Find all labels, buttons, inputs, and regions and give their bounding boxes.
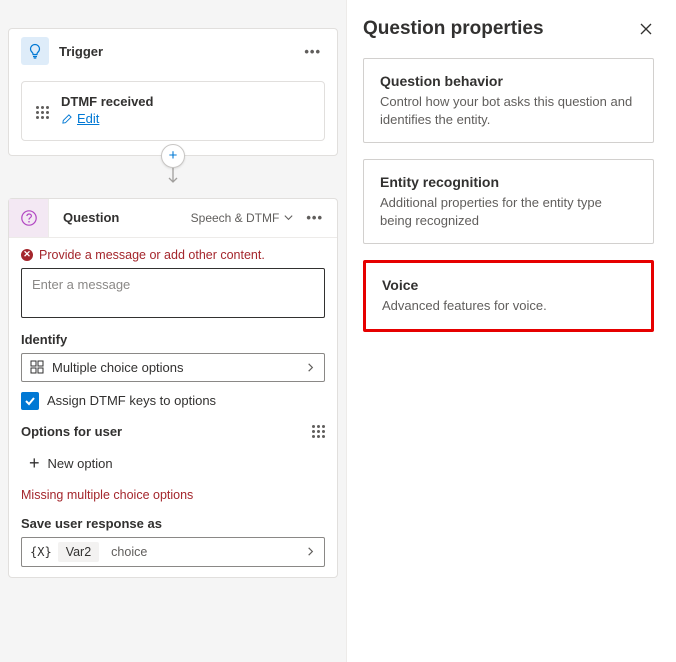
node-connector: + [8, 156, 338, 198]
dtmf-received-title: DTMF received [61, 94, 153, 109]
variable-name-chip: Var2 [58, 542, 99, 562]
arrow-down-icon [167, 166, 179, 186]
message-error-text: Provide a message or add other content. [39, 248, 265, 262]
more-icon[interactable]: ••• [302, 210, 327, 225]
identify-value: Multiple choice options [52, 360, 297, 375]
assign-dtmf-label: Assign DTMF keys to options [47, 393, 216, 408]
chevron-right-icon [305, 546, 316, 557]
properties-panel: Question properties Question behavior Co… [346, 0, 676, 662]
message-input[interactable]: Enter a message [21, 268, 325, 318]
pencil-icon [61, 113, 73, 125]
drag-handle-icon[interactable] [36, 94, 49, 128]
question-behavior-title: Question behavior [380, 73, 637, 89]
error-icon: ✕ [21, 249, 33, 261]
variable-type-chip: choice [105, 542, 153, 562]
panel-title: Question properties [363, 18, 544, 40]
question-behavior-desc: Control how your bot asks this question … [380, 93, 637, 128]
entity-recognition-title: Entity recognition [380, 174, 637, 190]
assign-dtmf-checkbox-row[interactable]: Assign DTMF keys to options [21, 392, 325, 410]
voice-title: Voice [382, 277, 635, 293]
lightbulb-icon [21, 37, 49, 65]
choice-grid-icon [30, 360, 44, 374]
entity-recognition-desc: Additional properties for the entity typ… [380, 194, 637, 229]
question-header: Question Speech & DTMF ••• [9, 199, 337, 238]
question-mark-icon [9, 199, 49, 237]
variable-icon: {X} [30, 545, 52, 559]
chevron-down-icon [283, 212, 294, 223]
identify-label: Identify [21, 332, 325, 347]
voice-desc: Advanced features for voice. [382, 297, 635, 315]
checkbox-checked-icon[interactable] [21, 392, 39, 410]
voice-card[interactable]: Voice Advanced features for voice. [363, 260, 654, 332]
options-error: Missing multiple choice options [21, 488, 325, 502]
edit-link[interactable]: Edit [61, 111, 99, 126]
trigger-header: Trigger ••• [9, 29, 337, 73]
variable-selector[interactable]: {X} Var2 choice [21, 537, 325, 567]
canvas-pane: Trigger ••• DTMF received Edit + [0, 0, 346, 662]
drag-handle-icon[interactable] [312, 425, 325, 438]
save-response-label: Save user response as [21, 516, 325, 531]
trigger-title: Trigger [59, 44, 290, 59]
identify-selector[interactable]: Multiple choice options [21, 353, 325, 382]
trigger-inner-card[interactable]: DTMF received Edit [21, 81, 325, 141]
chevron-right-icon [305, 362, 316, 373]
message-error: ✕ Provide a message or add other content… [21, 248, 325, 262]
trigger-card[interactable]: Trigger ••• DTMF received Edit [8, 28, 338, 156]
question-title: Question [57, 210, 183, 225]
close-icon[interactable] [638, 21, 654, 37]
new-option-button[interactable]: + New option [27, 449, 325, 478]
add-node-button[interactable]: + [161, 144, 185, 168]
edit-link-label: Edit [77, 111, 99, 126]
plus-icon: + [29, 453, 40, 474]
options-header: Options for user [21, 424, 325, 439]
new-option-label: New option [48, 456, 113, 471]
question-mode-label: Speech & DTMF [191, 211, 280, 225]
question-card[interactable]: Question Speech & DTMF ••• ✕ Provide a m… [8, 198, 338, 578]
question-behavior-card[interactable]: Question behavior Control how your bot a… [363, 58, 654, 143]
question-body: ✕ Provide a message or add other content… [9, 238, 337, 567]
properties-header: Question properties [363, 18, 654, 40]
more-icon[interactable]: ••• [300, 44, 325, 59]
options-label: Options for user [21, 424, 122, 439]
question-mode-selector[interactable]: Speech & DTMF [191, 211, 295, 225]
entity-recognition-card[interactable]: Entity recognition Additional properties… [363, 159, 654, 244]
